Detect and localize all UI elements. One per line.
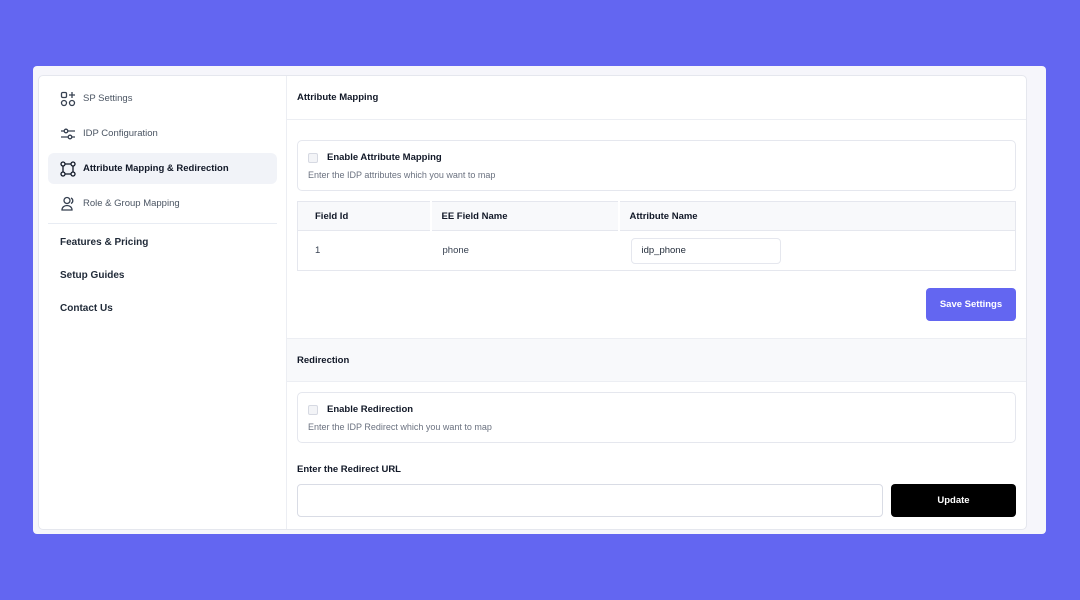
sidebar-item-label: Attribute Mapping & Redirection <box>83 163 229 174</box>
table-row: 1 phone <box>298 231 1016 271</box>
save-settings-button[interactable]: Save Settings <box>926 288 1016 321</box>
redirection-header: Redirection <box>287 338 1026 382</box>
sidebar-item-label: Role & Group Mapping <box>83 198 180 209</box>
cell-attribute-name <box>619 231 1016 271</box>
cell-ee-field-name: phone <box>442 245 469 256</box>
redirect-url-label: Enter the Redirect URL <box>297 464 401 475</box>
users-icon <box>60 196 76 212</box>
enable-attribute-mapping-label: Enable Attribute Mapping <box>327 152 442 163</box>
update-button[interactable]: Update <box>891 484 1016 517</box>
sidebar-item-attribute-mapping[interactable]: Attribute Mapping & Redirection <box>48 153 277 184</box>
setup-guides-link[interactable]: Setup Guides <box>48 257 277 290</box>
header-field-id: Field Id <box>297 201 431 231</box>
enable-redirection-checkbox[interactable] <box>308 404 318 415</box>
enable-attribute-mapping-checkbox[interactable] <box>308 152 318 163</box>
attribute-mapping-description: Enter the IDP attributes which you want … <box>308 170 496 180</box>
enable-attribute-mapping-card: Enable Attribute Mapping Enter the IDP a… <box>297 140 1016 191</box>
header-attribute-name: Attribute Name <box>617 201 1016 231</box>
features-pricing-link[interactable]: Features & Pricing <box>48 224 277 257</box>
attribute-mapping-table: Field Id EE Field Name Attribute Name 1 … <box>297 201 1016 271</box>
header-ee-field-name: EE Field Name <box>429 201 619 231</box>
sidebar-item-sp-settings[interactable]: SP Settings <box>48 83 277 114</box>
sidebar-item-label: IDP Configuration <box>83 128 158 139</box>
app-frame: SP Settings IDP Configuration Attribute … <box>33 66 1046 534</box>
attribute-name-input[interactable] <box>630 237 781 264</box>
redirect-url-input[interactable] <box>297 484 883 517</box>
table-header-row: Field Id EE Field Name Attribute Name <box>297 201 1016 231</box>
main-content: Attribute Mapping Enable Attribute Mappi… <box>287 76 1026 529</box>
sidebar-item-label: SP Settings <box>83 93 133 104</box>
sidebar-item-idp-configuration[interactable]: IDP Configuration <box>48 118 277 149</box>
cell-field-id: 1 <box>315 245 321 256</box>
contact-us-link[interactable]: Contact Us <box>48 290 277 323</box>
redirection-description: Enter the IDP Redirect which you want to… <box>308 422 492 432</box>
enable-redirection-card: Enable Redirection Enter the IDP Redirec… <box>297 392 1016 443</box>
enable-redirection-label: Enable Redirection <box>327 404 414 415</box>
attribute-mapping-header: Attribute Mapping <box>287 76 1026 120</box>
grid-plus-icon <box>60 91 76 107</box>
sidebar-item-role-group-mapping[interactable]: Role & Group Mapping <box>48 188 277 219</box>
settings-panel: SP Settings IDP Configuration Attribute … <box>38 75 1027 530</box>
nodes-icon <box>60 160 76 177</box>
sidebar: SP Settings IDP Configuration Attribute … <box>39 76 287 529</box>
sliders-icon <box>60 126 76 142</box>
